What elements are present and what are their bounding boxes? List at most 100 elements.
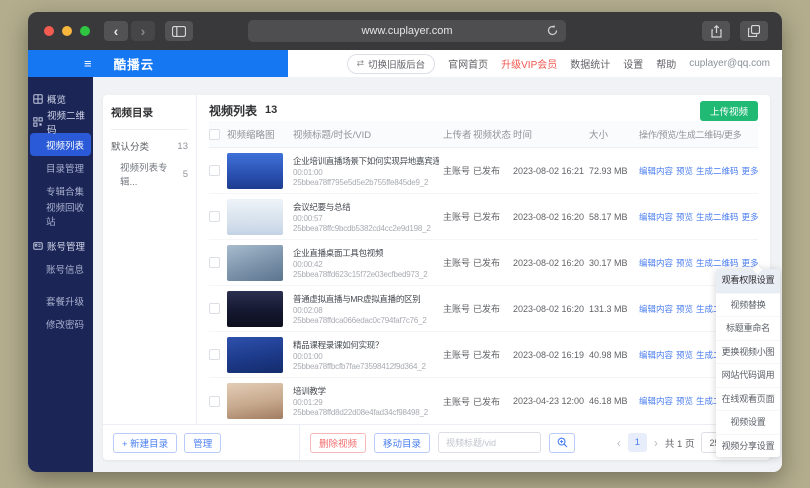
address-bar[interactable]: www.cuplayer.com (248, 20, 566, 42)
video-vid: 25bbea78ffc9bcdb5382cd4cc2e9d198_2 (293, 223, 431, 233)
select-all-checkbox[interactable] (209, 128, 220, 140)
move-catalog-button[interactable]: 移动目录 (374, 432, 431, 453)
row-checkbox[interactable] (209, 349, 220, 360)
edit-content-link[interactable]: 编辑内容 (639, 349, 673, 361)
back-button[interactable]: ‹ (104, 21, 128, 41)
preview-link[interactable]: 预览 (676, 211, 693, 223)
sidebar-item-label: 账号管理 (47, 241, 86, 253)
video-uploader: 主账号 (443, 396, 471, 407)
video-info: 会议纪要与总结 00:00:57 25bbea78ffc9bcdb5382cd4… (293, 201, 443, 233)
reload-icon[interactable] (546, 24, 559, 42)
video-thumbnail[interactable] (227, 244, 283, 281)
menu-item-change-thumbnail[interactable]: 更换视频小图 (716, 339, 780, 364)
video-thumbnail[interactable] (227, 290, 283, 327)
delete-video-button[interactable]: 删除视频 (310, 432, 367, 453)
row-checkbox[interactable] (209, 303, 220, 314)
link-upgrade-vip[interactable]: 升级VIP会员 (501, 56, 557, 71)
hamburger-menu-icon[interactable]: ≡ (84, 57, 92, 70)
generate-qrcode-link[interactable]: 生成二维码 (696, 257, 739, 269)
forward-button[interactable]: › (131, 21, 155, 41)
link-settings[interactable]: 设置 (623, 56, 643, 71)
window-minimize-button[interactable] (62, 26, 72, 36)
new-catalog-button[interactable]: + 新建目录 (113, 432, 178, 453)
more-link[interactable]: 更多 (742, 165, 758, 177)
edit-content-link[interactable]: 编辑内容 (639, 165, 673, 177)
video-status: 已发布 (473, 396, 501, 407)
edit-content-link[interactable]: 编辑内容 (639, 211, 673, 223)
video-duration: 00:02:08 (293, 305, 323, 315)
tabs-button[interactable] (740, 21, 768, 41)
window-zoom-button[interactable] (80, 26, 90, 36)
sidebar-item-change-password[interactable]: 修改密码 (28, 312, 93, 335)
switch-old-version-button[interactable]: ⇄ 切换旧版后台 (346, 53, 436, 74)
account-email[interactable]: cuplayer@qq.com (689, 58, 770, 69)
video-title[interactable]: 精品课程录课如何实现？ (293, 339, 439, 351)
menu-item-share-settings[interactable]: 视频分享设置 (716, 433, 780, 458)
preview-link[interactable]: 预览 (676, 165, 693, 177)
sidebar-toggle-button[interactable] (165, 21, 193, 41)
sidebar-item-package-upgrade[interactable]: 套餐升级 (28, 289, 93, 312)
catalog-item-default[interactable]: 默认分类 13 (111, 134, 188, 158)
video-title[interactable]: 企业直播桌面工具包视频 (293, 247, 439, 259)
sidebar-item-video-recycle-bin[interactable]: 视频回收站 (28, 202, 93, 228)
search-button[interactable] (549, 432, 576, 453)
catalog-footer: + 新建目录 管理 (103, 425, 300, 460)
next-page-button[interactable]: › (654, 437, 658, 449)
sidebar-item-account-management[interactable]: 账号管理 (28, 234, 93, 257)
edit-content-link[interactable]: 编辑内容 (639, 395, 673, 407)
link-data-statistics[interactable]: 数据统计 (570, 56, 610, 71)
video-thumbnail[interactable] (227, 152, 283, 189)
upload-video-button[interactable]: 上传视频 (699, 101, 758, 121)
video-size: 40.98 MB (589, 349, 628, 360)
prev-page-button[interactable]: ‹ (617, 437, 621, 449)
menu-item-site-code[interactable]: 网站代码调用 (716, 363, 780, 387)
sidebar-item-video-list[interactable]: 视频列表 (30, 133, 91, 156)
menu-item-video-replace[interactable]: 视频替换 (716, 292, 780, 317)
generate-qrcode-link[interactable]: 生成二维码 (696, 165, 739, 177)
page-total-label: 共 1 页 (664, 438, 695, 450)
video-size: 46.18 MB (589, 396, 628, 406)
window-close-button[interactable] (44, 26, 54, 36)
more-link[interactable]: 更多 (742, 211, 758, 223)
video-title[interactable]: 普通虚拟直播与MR虚拟直播的区别 (293, 293, 439, 305)
preview-link[interactable]: 预览 (676, 349, 693, 361)
menu-item-watch-permission[interactable]: 观看权限设置 (716, 269, 780, 293)
video-thumbnail[interactable] (227, 198, 283, 235)
menu-item-rename-title[interactable]: 标题重命名 (716, 316, 780, 340)
table-row: 企业直播桌面工具包视频 00:00:42 25bbea78ffd623c15f7… (209, 240, 758, 286)
menu-item-watch-page[interactable]: 在线观看页面 (716, 386, 780, 411)
video-title[interactable]: 会议纪要与总结 (293, 201, 439, 213)
row-checkbox[interactable] (209, 395, 220, 407)
preview-link[interactable]: 预览 (676, 257, 693, 269)
search-input[interactable] (438, 432, 542, 453)
menu-item-video-settings[interactable]: 视频设置 (716, 410, 780, 434)
edit-content-link[interactable]: 编辑内容 (639, 257, 673, 269)
video-title[interactable]: 培训教学 (293, 385, 439, 397)
edit-content-link[interactable]: 编辑内容 (639, 303, 673, 315)
manage-catalog-button[interactable]: 管理 (184, 432, 222, 453)
video-title[interactable]: 企业培训直播场景下如何实现异地嘉宾连麦 (293, 155, 439, 167)
topbar-links: ⇄ 切换旧版后台 官网首页 升级VIP会员 数据统计 设置 帮助 cuplaye… (346, 50, 770, 77)
row-checkbox[interactable] (209, 165, 220, 176)
current-page[interactable]: 1 (627, 433, 647, 452)
sidebar-item-account-info[interactable]: 账号信息 (28, 257, 93, 280)
app-logo: ≡ 酷播云 (28, 50, 288, 77)
preview-link[interactable]: 预览 (676, 303, 693, 315)
more-actions-menu: 观看权限设置 视频替换 标题重命名 更换视频小图 网站代码调用 在线观看页面 视… (716, 264, 780, 458)
video-status: 已发布 (473, 212, 501, 222)
video-thumbnail[interactable] (227, 336, 283, 373)
video-thumbnail[interactable] (227, 383, 283, 419)
share-button[interactable] (702, 21, 730, 41)
list-title-row: 视频列表 13 (209, 99, 758, 121)
sidebar-item-video-qrcode[interactable]: 视频二维码 (28, 110, 93, 136)
row-checkbox[interactable] (209, 211, 220, 222)
row-checkbox[interactable] (209, 257, 220, 268)
table-body: 企业培训直播场景下如何实现异地嘉宾连麦 00:01:00 25bbea78ff7… (209, 148, 758, 424)
link-help[interactable]: 帮助 (656, 56, 676, 71)
generate-qrcode-link[interactable]: 生成二维码 (696, 211, 739, 223)
preview-link[interactable]: 预览 (676, 395, 693, 407)
link-official-home[interactable]: 官网首页 (448, 56, 488, 71)
catalog-item-album[interactable]: 视频列表专辑... 5 (111, 162, 188, 188)
sidebar-item-catalog-management[interactable]: 目录管理 (28, 156, 93, 179)
row-actions: 编辑内容 预览 生成二维码 更多 (639, 211, 758, 223)
